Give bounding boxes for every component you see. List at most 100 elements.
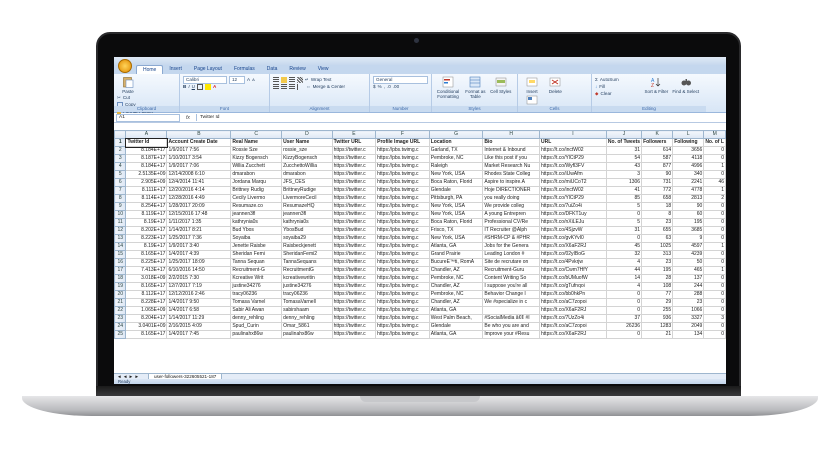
table-cell[interactable]: Jenette Raisbe (230, 242, 283, 251)
italic-icon[interactable]: I (188, 84, 189, 89)
table-cell[interactable]: 8.19E+17 (125, 218, 168, 227)
row-header[interactable]: 14 (114, 242, 127, 251)
table-cell[interactable]: Pembroke, NC (428, 274, 484, 283)
table-cell[interactable]: Garland, TX (428, 146, 484, 155)
table-cell[interactable]: https://twitter.c (331, 210, 377, 219)
table-cell[interactable]: New York, USA (428, 170, 484, 179)
table-cell[interactable]: kathrynia0s (230, 218, 283, 227)
table-cell[interactable]: https://pbs.twimg.c (375, 282, 430, 291)
table-cell[interactable]: https://pbs.twimg.c (375, 242, 430, 251)
table-cell[interactable]: Site de recrutare on (482, 258, 541, 267)
table-cell[interactable]: Chandler, AZ (428, 282, 484, 291)
table-cell[interactable]: Cecily Livermo (230, 194, 283, 203)
table-cell[interactable]: 340 (672, 170, 705, 179)
table-cell[interactable]: https://twitter.c (331, 258, 377, 267)
column-header[interactable]: I (539, 130, 607, 139)
table-cell[interactable]: https://pbs.twimg.c (375, 210, 430, 219)
table-cell[interactable]: 8.165E+17 (125, 330, 168, 339)
tab-review[interactable]: Review (283, 65, 311, 74)
table-cell[interactable]: https://t.co/4SjzvW (539, 226, 607, 235)
column-header[interactable]: D (281, 130, 333, 139)
table-cell[interactable]: 1/4/2017 7:45 (166, 330, 232, 339)
table-cell[interactable]: https://t.co/Wyfl3FV (539, 162, 607, 171)
table-cell[interactable]: https://twitter.c (331, 314, 377, 323)
tab-formulas[interactable]: Formulas (228, 65, 261, 74)
table-cell[interactable]: https://twitter.c (331, 194, 377, 203)
table-cell[interactable]: 8.223E+17 (125, 234, 168, 243)
table-cell[interactable]: https://pbs.twimg.c (375, 266, 430, 275)
table-cell[interactable]: 8.228E+17 (125, 298, 168, 307)
table-cell[interactable]: 32 (605, 250, 643, 259)
table-cell[interactable]: 3.0401E+09 (125, 322, 168, 331)
format-as-table-button[interactable]: Format as Table (462, 76, 488, 99)
table-cell[interactable]: 7.413E+17 (125, 266, 168, 275)
table-cell[interactable]: https://pbs.twimg.c (375, 322, 430, 331)
table-cell[interactable]: https://pbs.twimg.c (375, 178, 430, 187)
table-cell[interactable]: jeannen3fl (281, 210, 333, 219)
table-cell[interactable]: kcreativewritin (281, 274, 333, 283)
table-cell[interactable]: 31 (605, 226, 643, 235)
table-cell[interactable]: 28 (641, 274, 674, 283)
row-header[interactable]: 8 (114, 194, 127, 203)
table-cell[interactable]: 8.187E+17 (125, 154, 168, 163)
table-cell[interactable]: 0 (605, 290, 643, 299)
row-header[interactable]: 12 (114, 226, 127, 235)
table-cell[interactable]: 8.184E+17 (125, 146, 168, 155)
table-cell[interactable]: 6/10/2016 14:50 (166, 266, 232, 275)
table-cell[interactable]: 1/9/2017 7:56 (166, 146, 232, 155)
table-cell[interactable]: Be who you are and (482, 322, 541, 331)
table-cell[interactable]: https://t.co/bb0hkPn (539, 290, 607, 299)
table-cell[interactable]: 134 (672, 330, 705, 339)
table-cell[interactable]: Jobs for the Genera (482, 242, 541, 251)
table-cell[interactable]: https://pbs.twimg.c (375, 298, 430, 307)
row-header[interactable]: 3 (114, 154, 127, 163)
row-header[interactable]: 24 (114, 322, 127, 331)
table-cell[interactable]: 37 (605, 314, 643, 323)
table-cell[interactable]: 3327 (672, 314, 705, 323)
table-cell[interactable]: We #specialize in c (482, 298, 541, 307)
column-header[interactable]: B (166, 130, 232, 139)
table-cell[interactable]: Hoje DIRECTIONER (482, 186, 541, 195)
table-cell[interactable]: 41 (605, 186, 643, 195)
table-cell[interactable]: jeannen3fl (230, 210, 283, 219)
align-right-icon[interactable] (289, 83, 295, 90)
table-cell[interactable]: Behavior Change I (482, 290, 541, 299)
table-cell[interactable]: https://t.co/gTufnqoi (539, 282, 607, 291)
table-cell[interactable]: https://t.co/02yIBoG (539, 250, 607, 259)
table-cell[interactable]: YbosBud (281, 226, 333, 235)
tab-home[interactable]: Home (136, 65, 164, 74)
table-cell[interactable]: 1 (703, 186, 726, 195)
delete-button[interactable]: Delete (544, 76, 566, 94)
table-cell[interactable]: https://t.co/inctW02 (539, 186, 607, 195)
align-left-icon[interactable] (273, 83, 279, 90)
table-cell[interactable]: 77 (641, 290, 674, 299)
row-header[interactable]: 9 (114, 202, 127, 211)
table-cell[interactable]: 4996 (672, 162, 705, 171)
underline-icon[interactable]: U (192, 84, 195, 89)
table-cell[interactable]: dmarabon (230, 170, 283, 179)
table-cell[interactable]: you really doing (482, 194, 541, 203)
table-cell[interactable]: 1066 (672, 306, 705, 315)
table-cell[interactable]: JFS_CES (281, 178, 333, 187)
header-cell[interactable]: URL (539, 138, 607, 147)
column-header[interactable]: A (125, 130, 168, 139)
table-cell[interactable]: 1/28/2017 20:09 (166, 202, 232, 211)
table-cell[interactable]: 1 (703, 266, 726, 275)
table-cell[interactable]: Soyaiba (230, 234, 283, 243)
table-cell[interactable]: 8.119E+17 (125, 210, 168, 219)
table-cell[interactable]: 4 (605, 282, 643, 291)
table-cell[interactable]: Glendale (428, 186, 484, 195)
table-cell[interactable]: 655 (641, 226, 674, 235)
row-header[interactable]: 16 (114, 258, 127, 267)
table-cell[interactable]: 26236 (605, 322, 643, 331)
table-cell[interactable]: 614 (641, 146, 674, 155)
find-select-button[interactable]: Find & Select (672, 76, 700, 94)
table-cell[interactable]: ResumazeHQ (281, 202, 333, 211)
table-cell[interactable]: Pembroke, NC (428, 154, 484, 163)
table-cell[interactable]: tracy06236 (230, 290, 283, 299)
table-cell[interactable]: 5 (605, 202, 643, 211)
header-cell[interactable]: Followers (641, 138, 674, 147)
comma-icon[interactable]: , (384, 84, 385, 89)
bold-icon[interactable]: B (183, 84, 186, 89)
table-cell[interactable]: 137 (672, 274, 705, 283)
